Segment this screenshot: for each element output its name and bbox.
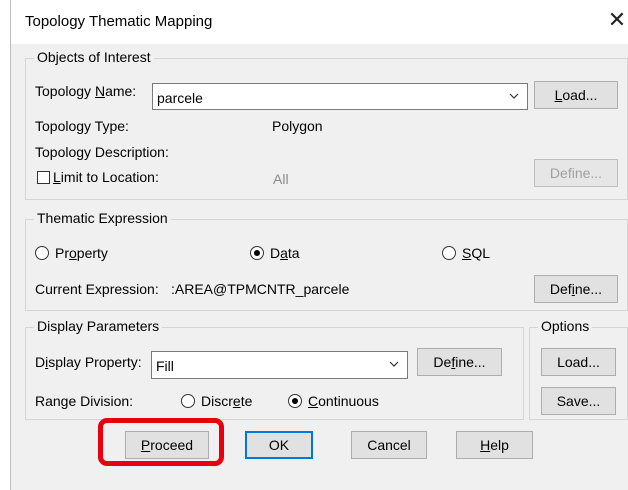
radio-selected-dot (254, 250, 260, 256)
data-radio[interactable] (250, 246, 264, 260)
limit-to-location-label[interactable]: Limit to Location: (53, 169, 159, 185)
property-radio-label[interactable]: Property (55, 245, 108, 261)
continuous-radio-label[interactable]: Continuous (308, 393, 379, 409)
topology-name-label: Topology Name: (35, 83, 137, 99)
proceed-button[interactable]: Proceed (125, 431, 209, 459)
chevron-down-icon (389, 361, 399, 367)
range-division-label: Range Division: (35, 393, 134, 409)
title-bar[interactable]: Topology Thematic Mapping ✕ (11, 0, 628, 44)
define-location-button[interactable]: Define... (534, 159, 618, 187)
objects-of-interest-legend: Objects of Interest (34, 49, 154, 65)
window-title: Topology Thematic Mapping (25, 13, 213, 30)
discrete-radio[interactable] (181, 394, 195, 408)
ok-button[interactable]: OK (245, 431, 313, 459)
help-button[interactable]: Help (456, 431, 533, 459)
property-radio[interactable] (35, 246, 49, 260)
sql-radio-label[interactable]: SQL (462, 245, 490, 261)
topology-description-label: Topology Description: (35, 144, 169, 160)
topology-type-label: Topology Type: (35, 118, 129, 134)
continuous-radio[interactable] (288, 394, 302, 408)
topology-name-dropdown[interactable]: parcele (152, 83, 528, 110)
options-load-button[interactable]: Load... (541, 348, 616, 376)
cancel-button[interactable]: Cancel (351, 431, 427, 459)
load-topology-button[interactable]: Load... (534, 81, 618, 109)
thematic-expression-legend: Thematic Expression (34, 210, 171, 226)
current-expression-value: :AREA@TPMCNTR_parcele (171, 281, 350, 297)
define-display-property-button[interactable]: Define... (417, 348, 502, 376)
sql-radio[interactable] (442, 246, 456, 260)
current-expression-label: Current Expression: (35, 281, 159, 297)
data-radio-label[interactable]: Data (270, 245, 300, 261)
radio-selected-dot (292, 398, 298, 404)
close-icon[interactable]: ✕ (607, 8, 627, 32)
display-property-dropdown[interactable]: Fill (151, 351, 408, 379)
topology-thematic-mapping-dialog: Topology Thematic Mapping ✕ Objects of I… (10, 0, 628, 490)
chevron-down-icon (509, 93, 519, 99)
topology-type-value: Polygon (272, 118, 323, 134)
options-legend: Options (538, 318, 593, 334)
discrete-radio-label[interactable]: Discrete (201, 393, 252, 409)
location-value: All (273, 171, 289, 187)
topology-name-value: parcele (157, 90, 203, 106)
define-expression-button[interactable]: Define... (534, 275, 618, 303)
display-property-label: Display Property: (35, 354, 142, 370)
limit-to-location-checkbox[interactable] (37, 171, 50, 184)
display-parameters-legend: Display Parameters (34, 318, 163, 334)
display-property-value: Fill (156, 358, 174, 374)
options-save-button[interactable]: Save... (541, 387, 616, 415)
